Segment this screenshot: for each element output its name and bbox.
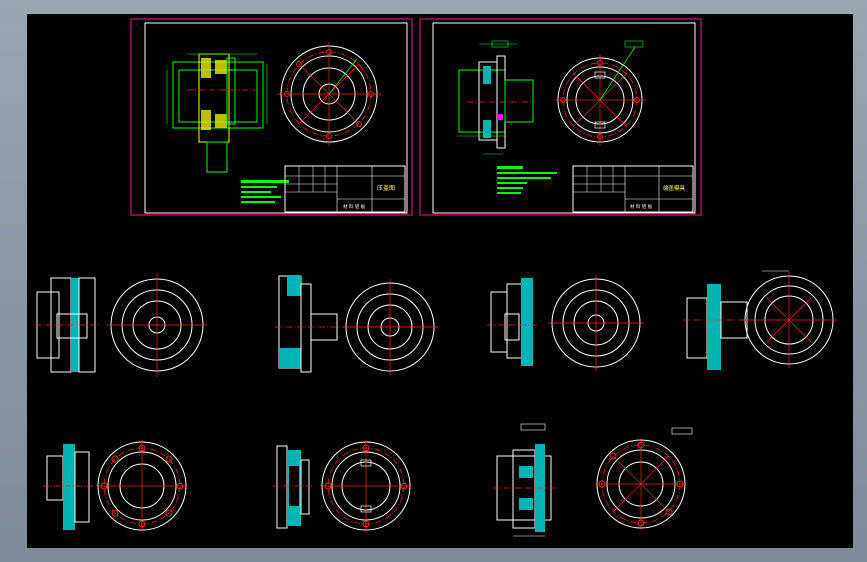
sheet-frame: [432, 22, 696, 214]
drawing-canvas[interactable]: 压盖图 材 料 铝 板 端盖模具 材 料 铝 板: [27, 14, 853, 548]
title-block-right: 端盖模具 材 料 铝 板: [572, 165, 694, 213]
sheet-frame: [144, 22, 408, 214]
material-right: 材 料 铝 板: [630, 203, 653, 210]
title-left: 压盖图: [377, 184, 395, 192]
sheet-right[interactable]: 端盖模具 材 料 铝 板: [419, 18, 702, 216]
drawing-svg: 压盖图 材 料 铝 板 端盖模具 材 料 铝 板: [35, 18, 837, 537]
tech-notes-left: [241, 180, 289, 203]
tech-notes-right: [497, 166, 557, 194]
sheet-left[interactable]: 压盖图 材 料 铝 板: [130, 18, 413, 216]
title-block-left: 压盖图 材 料 铝 板: [284, 165, 406, 213]
section-view-right: [457, 40, 535, 155]
part-view-5[interactable]: [43, 440, 188, 532]
circular-view-right: [554, 40, 646, 146]
part-view-3[interactable]: [487, 275, 644, 371]
part-view-2[interactable]: [275, 275, 438, 375]
section-view-left: [166, 53, 268, 173]
part-view-4[interactable]: [683, 270, 837, 370]
title-right: 端盖模具: [663, 184, 686, 192]
cad-window: 压盖图 材 料 铝 板 端盖模具 材 料 铝 板: [0, 0, 867, 562]
circular-view-left: [277, 42, 381, 146]
part-view-6[interactable]: [273, 440, 412, 532]
part-view-7[interactable]: [493, 423, 693, 537]
material-left: 材 料 铝 板: [343, 203, 366, 210]
part-view-1[interactable]: [35, 273, 207, 377]
